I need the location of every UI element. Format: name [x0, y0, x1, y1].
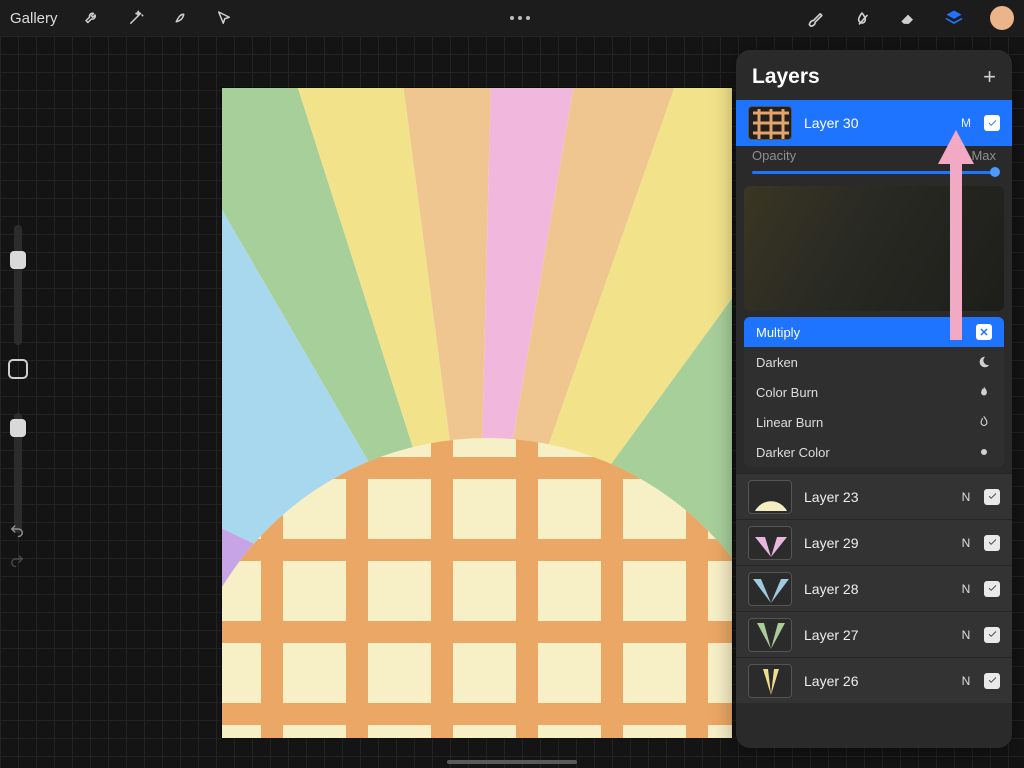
visibility-checkbox[interactable] — [984, 581, 1000, 597]
layer-thumb — [748, 480, 792, 514]
color-swatch[interactable] — [990, 6, 1014, 30]
blend-mode-letter[interactable]: N — [960, 536, 972, 550]
undo-icon[interactable] — [6, 520, 28, 538]
moon-icon — [976, 354, 992, 370]
visibility-checkbox[interactable] — [984, 489, 1000, 505]
artwork — [222, 88, 732, 738]
eraser-icon[interactable] — [898, 8, 918, 28]
layer-row[interactable]: Layer 29 N — [736, 519, 1012, 565]
layer-row[interactable]: Layer 28 N — [736, 565, 1012, 611]
brush-size-slider[interactable] — [14, 225, 22, 345]
layer-name: Layer 28 — [804, 581, 948, 597]
cursor-icon[interactable] — [214, 8, 234, 28]
layer-row[interactable]: Layer 26 N — [736, 657, 1012, 703]
gallery-button[interactable]: Gallery — [10, 10, 58, 27]
layer-row[interactable]: Layer 23 N — [736, 473, 1012, 519]
blend-mode-color-burn[interactable]: Color Burn — [744, 377, 1004, 407]
blend-preview — [744, 186, 1004, 311]
selection-icon[interactable] — [170, 8, 190, 28]
blend-mode-label: Linear Burn — [756, 415, 823, 430]
visibility-checkbox[interactable] — [984, 627, 1000, 643]
modify-menu-icon[interactable] — [510, 16, 530, 20]
visibility-checkbox[interactable] — [984, 115, 1000, 131]
blend-mode-label: Darker Color — [756, 445, 830, 460]
opacity-block: Opacity Max — [736, 146, 1012, 182]
blend-mode-letter[interactable]: M — [960, 116, 972, 130]
blend-mode-letter[interactable]: N — [960, 674, 972, 688]
brush-opacity-slider[interactable] — [14, 413, 22, 533]
layer-row-selected[interactable]: Layer 30 M — [736, 100, 1012, 146]
flame-icon — [976, 384, 992, 400]
layer-name: Layer 29 — [804, 535, 948, 551]
layer-name: Layer 27 — [804, 627, 948, 643]
home-indicator — [447, 760, 577, 764]
smudge-icon[interactable] — [852, 8, 872, 28]
layers-icon[interactable] — [944, 8, 964, 28]
canvas[interactable] — [222, 88, 732, 738]
layer-name: Layer 23 — [804, 489, 948, 505]
layer-row[interactable]: Layer 27 N — [736, 611, 1012, 657]
blend-mode-list: Multiply ✕ Darken Color Burn Linear Burn… — [744, 317, 1004, 467]
blend-active-icon: ✕ — [976, 324, 992, 340]
layer-thumb — [748, 572, 792, 606]
visibility-checkbox[interactable] — [984, 535, 1000, 551]
blend-mode-label: Multiply — [756, 325, 800, 340]
blend-mode-linear-burn[interactable]: Linear Burn — [744, 407, 1004, 437]
layer-list: Layer 23NLayer 29NLayer 28NLayer 27NLaye… — [736, 473, 1012, 703]
layer-name: Layer 30 — [804, 115, 948, 131]
wrench-icon[interactable] — [82, 8, 102, 28]
layer-thumb — [748, 664, 792, 698]
visibility-checkbox[interactable] — [984, 673, 1000, 689]
brush-icon[interactable] — [806, 8, 826, 28]
flame-outline-icon — [976, 414, 992, 430]
brush-size-thumb[interactable] — [10, 251, 26, 269]
modify-button[interactable] — [8, 359, 28, 379]
redo-icon[interactable] — [6, 550, 28, 568]
layers-panel: Layers + Layer 30 M Opacity Max — [736, 50, 1012, 748]
blend-mode-letter[interactable]: N — [960, 490, 972, 504]
blend-mode-darken[interactable]: Darken — [744, 347, 1004, 377]
opacity-slider-thumb[interactable] — [990, 167, 1000, 177]
blend-mode-label: Color Burn — [756, 385, 818, 400]
opacity-value: Max — [971, 148, 996, 163]
top-toolbar: Gallery — [0, 0, 1024, 36]
wand-icon[interactable] — [126, 8, 146, 28]
brush-opacity-thumb[interactable] — [10, 419, 26, 437]
circle-icon — [976, 444, 992, 460]
blend-mode-multiply[interactable]: Multiply ✕ — [744, 317, 1004, 347]
layer-thumb — [748, 106, 792, 140]
opacity-slider[interactable] — [752, 171, 996, 174]
opacity-label: Opacity — [752, 148, 796, 163]
blend-mode-letter[interactable]: N — [960, 628, 972, 642]
add-layer-button[interactable]: + — [983, 64, 996, 90]
blend-mode-darker-color[interactable]: Darker Color — [744, 437, 1004, 467]
layers-title: Layers — [752, 65, 820, 89]
blend-mode-letter[interactable]: N — [960, 582, 972, 596]
layer-name: Layer 26 — [804, 673, 948, 689]
blend-mode-label: Darken — [756, 355, 798, 370]
layer-thumb — [748, 618, 792, 652]
layer-thumb — [748, 526, 792, 560]
